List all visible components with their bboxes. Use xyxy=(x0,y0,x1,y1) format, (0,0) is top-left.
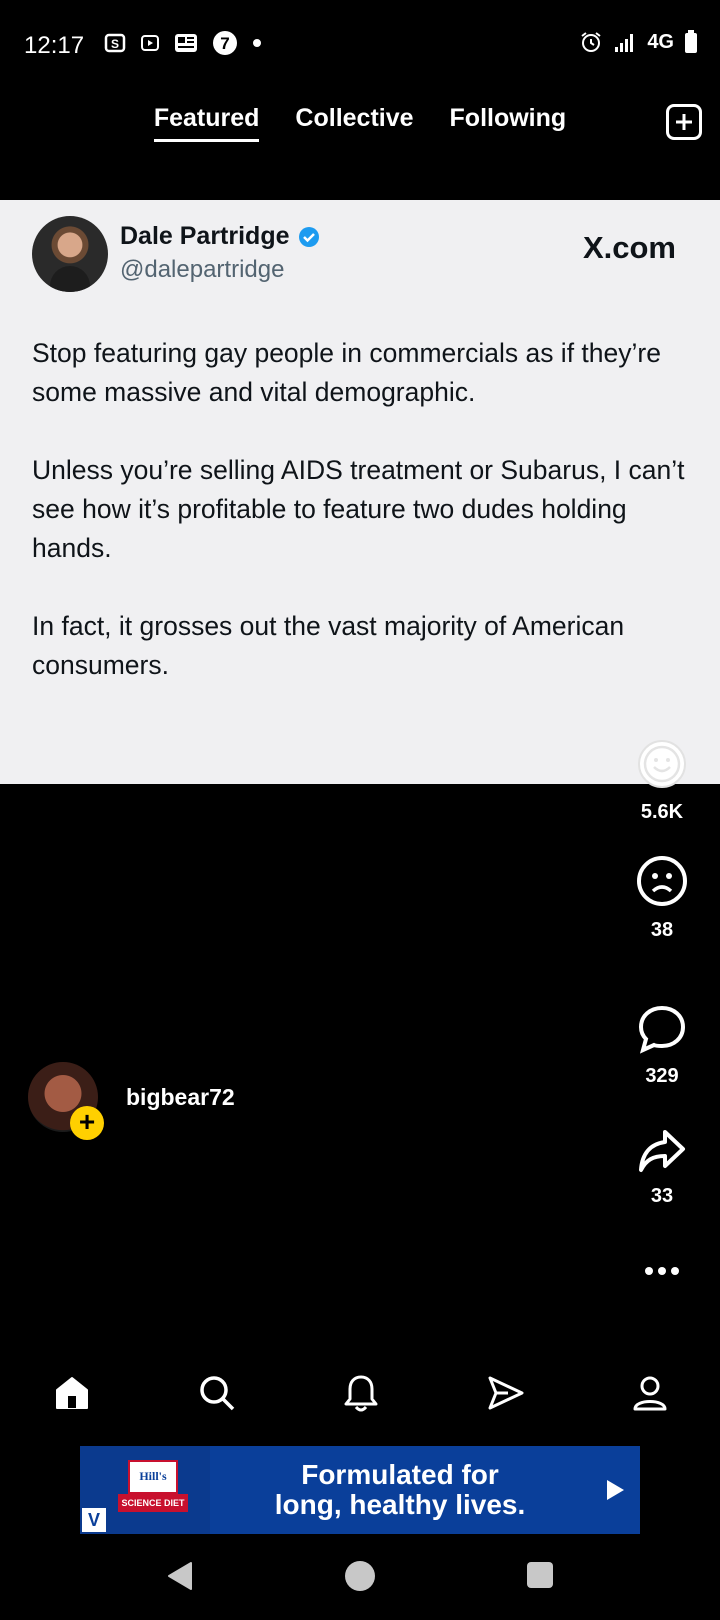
ad-brand-name: Hill's xyxy=(128,1460,178,1494)
battery-icon xyxy=(685,30,697,53)
smile-icon xyxy=(638,740,686,788)
home-circle-icon[interactable] xyxy=(344,1560,376,1592)
dot-icon xyxy=(253,39,261,47)
nav-profile[interactable] xyxy=(614,1368,686,1418)
alarm-icon xyxy=(581,32,601,52)
bell-icon xyxy=(344,1375,378,1412)
signal-icon xyxy=(615,34,634,52)
tab-following[interactable]: Following xyxy=(450,104,567,142)
source-label: X.com xyxy=(582,230,676,265)
nav-home[interactable] xyxy=(36,1368,108,1418)
back-icon[interactable] xyxy=(165,1560,195,1592)
more-dots-icon xyxy=(645,1267,679,1275)
share-arrow-icon xyxy=(639,1130,685,1172)
nav-notifications[interactable] xyxy=(325,1368,397,1418)
tweet-paragraph: Unless you’re selling AIDS treatment or … xyxy=(32,455,685,563)
home-icon xyxy=(56,1377,88,1409)
ad-brand-logo: Hill's SCIENCE DIET V xyxy=(80,1446,210,1534)
status-system-icons: 4G xyxy=(579,30,698,54)
comment-bubble-icon xyxy=(638,1005,686,1054)
frown-count: 38 xyxy=(650,919,674,941)
create-post-button[interactable] xyxy=(666,104,702,140)
news-icon xyxy=(175,34,197,52)
smile-reaction-button[interactable]: 5.6K xyxy=(612,738,712,824)
feed-tabs: Featured Collective Following xyxy=(0,104,720,142)
recents-square-icon[interactable] xyxy=(525,1560,555,1590)
ad-headline-line2: long, healthy lives. xyxy=(274,1489,526,1520)
share-button[interactable]: 33 xyxy=(612,1128,712,1208)
svg-text:7: 7 xyxy=(220,34,229,53)
frown-reaction-button[interactable]: 38 xyxy=(612,854,712,942)
comment-count: 329 xyxy=(645,1065,679,1087)
channel-7-icon: 7 xyxy=(213,31,237,55)
bottom-navigation xyxy=(36,1368,686,1418)
ad-banner[interactable]: Hill's SCIENCE DIET V Formulated for lon… xyxy=(80,1446,640,1534)
follow-plus-button[interactable]: + xyxy=(70,1106,104,1140)
smile-count: 5.6K xyxy=(640,801,684,823)
tweet-paragraph: Stop featuring gay people in commercials… xyxy=(32,338,661,407)
send-icon xyxy=(488,1376,523,1410)
tweet-paragraph: In fact, it grosses out the vast majorit… xyxy=(32,611,625,680)
share-count: 33 xyxy=(650,1185,674,1207)
author-handle: @dalepartridge xyxy=(120,256,285,283)
play-triangle-icon xyxy=(607,1480,624,1500)
system-navigation-bar xyxy=(0,1560,720,1592)
app-notification-icon: S xyxy=(104,33,126,53)
frown-icon xyxy=(637,856,687,906)
more-options-button[interactable] xyxy=(612,1264,712,1282)
status-notification-icons: S 7 xyxy=(104,30,262,56)
tab-featured[interactable]: Featured xyxy=(153,104,260,142)
author-avatar xyxy=(32,216,108,292)
video-icon xyxy=(141,35,159,51)
nav-messages[interactable] xyxy=(470,1368,542,1418)
search-icon xyxy=(199,1376,234,1411)
ad-play-button[interactable] xyxy=(590,1479,640,1501)
verified-badge-icon xyxy=(299,227,319,247)
svg-text:S: S xyxy=(111,37,119,51)
comment-button[interactable]: 329 xyxy=(612,1004,712,1088)
ad-choices-icon[interactable]: V xyxy=(82,1508,106,1532)
plus-icon xyxy=(676,114,692,130)
network-type: 4G xyxy=(647,30,674,53)
tab-collective[interactable]: Collective xyxy=(295,104,413,142)
nav-search[interactable] xyxy=(181,1368,253,1418)
author-name: Dale Partridge xyxy=(120,222,290,250)
profile-icon xyxy=(633,1376,667,1411)
ad-brand-sub: SCIENCE DIET xyxy=(118,1494,188,1512)
tweet-body: Stop featuring gay people in commercials… xyxy=(32,334,692,724)
status-time: 12:17 xyxy=(24,32,85,59)
ad-headline: Formulated for long, healthy lives. xyxy=(210,1460,590,1520)
ad-headline-line1: Formulated for xyxy=(301,1459,499,1490)
creator-username[interactable]: bigbear72 xyxy=(126,1084,235,1111)
